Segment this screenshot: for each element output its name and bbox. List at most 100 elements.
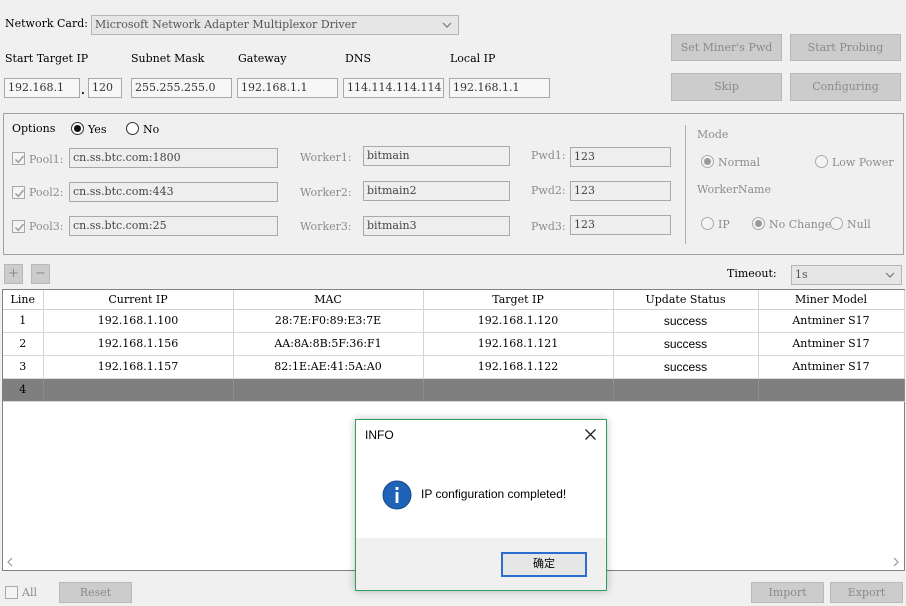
mode-normal-label: Normal: [718, 156, 761, 169]
cell-miner-model: Antminer S17: [758, 332, 905, 356]
start-probing-button[interactable]: Start Probing: [790, 34, 901, 61]
scroll-right-icon[interactable]: [892, 557, 900, 567]
mode-low-power-label: Low Power: [832, 156, 894, 169]
column-header-miner-model[interactable]: Miner Model: [758, 290, 905, 310]
timeout-label: Timeout:: [727, 267, 777, 280]
start-target-ip-label: Start Target IP: [5, 52, 89, 65]
remove-row-button[interactable]: −: [31, 264, 50, 284]
cell-line: 4: [3, 378, 44, 402]
start-ip-input[interactable]: 192.168.1: [4, 78, 80, 98]
pool1-label: Pool1:: [29, 153, 64, 166]
options-no-radio[interactable]: [126, 122, 139, 135]
cell-line: 3: [3, 355, 44, 379]
table-row[interactable]: 1 192.168.1.100 28:7E:F0:89:E3:7E 192.16…: [3, 309, 905, 333]
table-row[interactable]: 3 192.168.1.157 82:1E:AE:41:5A:A0 192.16…: [3, 355, 905, 379]
cell-line: 2: [3, 332, 44, 356]
select-all-checkbox[interactable]: [5, 586, 18, 599]
checkmark-icon: [15, 223, 25, 232]
pool2-input[interactable]: cn.ss.btc.com:443: [69, 182, 278, 202]
reset-button[interactable]: Reset: [59, 582, 132, 603]
pool3-label: Pool3:: [29, 220, 64, 233]
cell-miner-model: [758, 378, 905, 402]
subnet-mask-input[interactable]: 255.255.255.0: [131, 78, 232, 98]
cell-update-status: [613, 378, 759, 402]
column-header-mac[interactable]: MAC: [233, 290, 424, 310]
scroll-left-icon[interactable]: [6, 557, 14, 567]
pwd3-label: Pwd3:: [531, 220, 566, 233]
configuring-button[interactable]: Configuring: [790, 73, 901, 101]
mode-normal-radio[interactable]: [701, 155, 714, 168]
timeout-value: 1s: [795, 268, 808, 281]
checkmark-icon: [15, 155, 25, 164]
local-ip-input[interactable]: 192.168.1.1: [449, 78, 550, 98]
network-card-label: Network Card:: [5, 17, 88, 30]
worker-name-null-radio[interactable]: [830, 217, 843, 230]
worker-name-no-change-label: No Change: [769, 218, 832, 231]
cell-miner-model: Antminer S17: [758, 309, 905, 333]
pwd1-input[interactable]: 123: [570, 147, 671, 167]
column-header-current-ip[interactable]: Current IP: [43, 290, 234, 310]
cell-current-ip: 192.168.1.100: [43, 309, 234, 333]
mode-low-power-radio[interactable]: [815, 155, 828, 168]
import-button[interactable]: Import: [751, 582, 824, 603]
pwd3-input[interactable]: 123: [570, 215, 671, 235]
cell-target-ip: 192.168.1.120: [423, 309, 614, 333]
subnet-mask-label: Subnet Mask: [131, 52, 205, 65]
cell-current-ip: 192.168.1.156: [43, 332, 234, 356]
chevron-down-icon: [885, 272, 895, 278]
pool2-label: Pool2:: [29, 186, 64, 199]
timeout-select[interactable]: 1s: [791, 265, 902, 285]
pool2-checkbox[interactable]: [12, 186, 25, 199]
set-miners-pwd-button[interactable]: Set Miner's Pwd: [671, 34, 782, 61]
table-row[interactable]: 2 192.168.1.156 AA:8A:8B:5F:36:F1 192.16…: [3, 332, 905, 356]
worker1-input[interactable]: bitmain: [363, 146, 510, 166]
local-ip-label: Local IP: [450, 52, 496, 65]
column-header-line[interactable]: Line: [3, 290, 44, 310]
dialog-message: IP configuration completed!: [421, 487, 567, 501]
skip-button[interactable]: Skip: [671, 73, 782, 101]
worker-name-no-change-radio[interactable]: [752, 217, 765, 230]
network-card-select[interactable]: Microsoft Network Adapter Multiplexor Dr…: [91, 15, 459, 35]
gateway-input[interactable]: 192.168.1.1: [237, 78, 338, 98]
checkmark-icon: [15, 189, 25, 198]
panel-divider: [685, 125, 686, 244]
pool3-input[interactable]: cn.ss.btc.com:25: [69, 216, 278, 236]
pool3-checkbox[interactable]: [12, 220, 25, 233]
cell-update-status: success: [613, 332, 759, 356]
pool1-checkbox[interactable]: [12, 152, 25, 165]
info-icon: [382, 480, 412, 510]
dialog-title: INFO: [365, 428, 394, 442]
pwd2-label: Pwd2:: [531, 184, 566, 197]
dns-label: DNS: [345, 52, 371, 65]
options-yes-radio[interactable]: [71, 122, 84, 135]
options-label: Options: [12, 122, 56, 135]
column-header-target-ip[interactable]: Target IP: [423, 290, 614, 310]
worker3-input[interactable]: bitmain3: [363, 216, 510, 236]
start-ip-last-octet-input[interactable]: 120: [88, 78, 122, 98]
mode-label: Mode: [697, 128, 729, 141]
network-card-value: Microsoft Network Adapter Multiplexor Dr…: [95, 18, 357, 31]
pwd2-input[interactable]: 123: [570, 181, 671, 201]
table-header-row: Line Current IP MAC Target IP Update Sta…: [3, 290, 905, 310]
cell-target-ip: 192.168.1.122: [423, 355, 614, 379]
add-row-button[interactable]: +: [4, 264, 23, 284]
dns-input[interactable]: 114.114.114.114: [343, 78, 444, 98]
cell-mac: [233, 378, 424, 402]
pool1-input[interactable]: cn.ss.btc.com:1800: [69, 148, 278, 168]
cell-line: 1: [3, 309, 44, 333]
cell-target-ip: 192.168.1.121: [423, 332, 614, 356]
gateway-label: Gateway: [238, 52, 287, 65]
worker3-label: Worker3:: [300, 220, 352, 233]
options-yes-label: Yes: [88, 123, 107, 136]
column-header-update-status[interactable]: Update Status: [613, 290, 759, 310]
worker-name-label: WorkerName: [697, 183, 771, 196]
cell-current-ip: [43, 378, 234, 402]
worker2-input[interactable]: bitmain2: [363, 181, 510, 201]
export-button[interactable]: Export: [830, 582, 903, 603]
ok-button[interactable]: 确定: [501, 552, 587, 577]
pwd1-label: Pwd1:: [531, 149, 566, 162]
cell-miner-model: Antminer S17: [758, 355, 905, 379]
close-icon[interactable]: [584, 428, 597, 441]
table-row-selected[interactable]: 4: [3, 378, 905, 402]
worker-name-ip-radio[interactable]: [701, 217, 714, 230]
